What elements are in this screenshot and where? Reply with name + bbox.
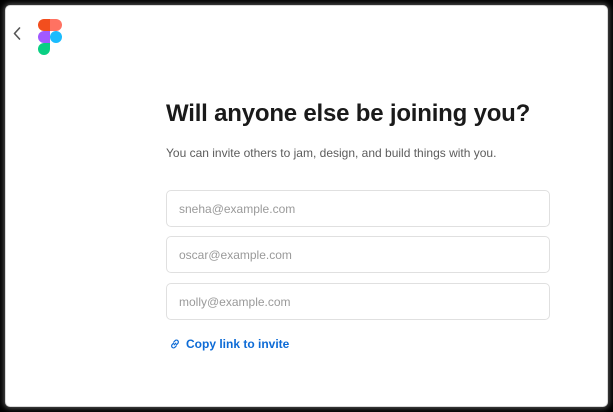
invite-form: Will anyone else be joining you? You can…: [166, 98, 550, 355]
invite-email-field-1[interactable]: [166, 190, 550, 227]
invite-email-field-3[interactable]: [166, 283, 550, 320]
chevron-left-icon: [13, 26, 21, 40]
copy-invite-link-button[interactable]: Copy link to invite: [166, 337, 289, 351]
page-subtitle: You can invite others to jam, design, an…: [166, 146, 497, 160]
copy-link-label: Copy link to invite: [186, 337, 290, 351]
invite-dialog-window: Will anyone else be joining you? You can…: [6, 6, 607, 406]
figma-logo-icon: [38, 19, 62, 55]
back-button[interactable]: [10, 24, 24, 42]
link-icon: [169, 338, 181, 350]
invite-email-field-2[interactable]: [166, 236, 550, 273]
page-title: Will anyone else be joining you?: [166, 100, 531, 127]
